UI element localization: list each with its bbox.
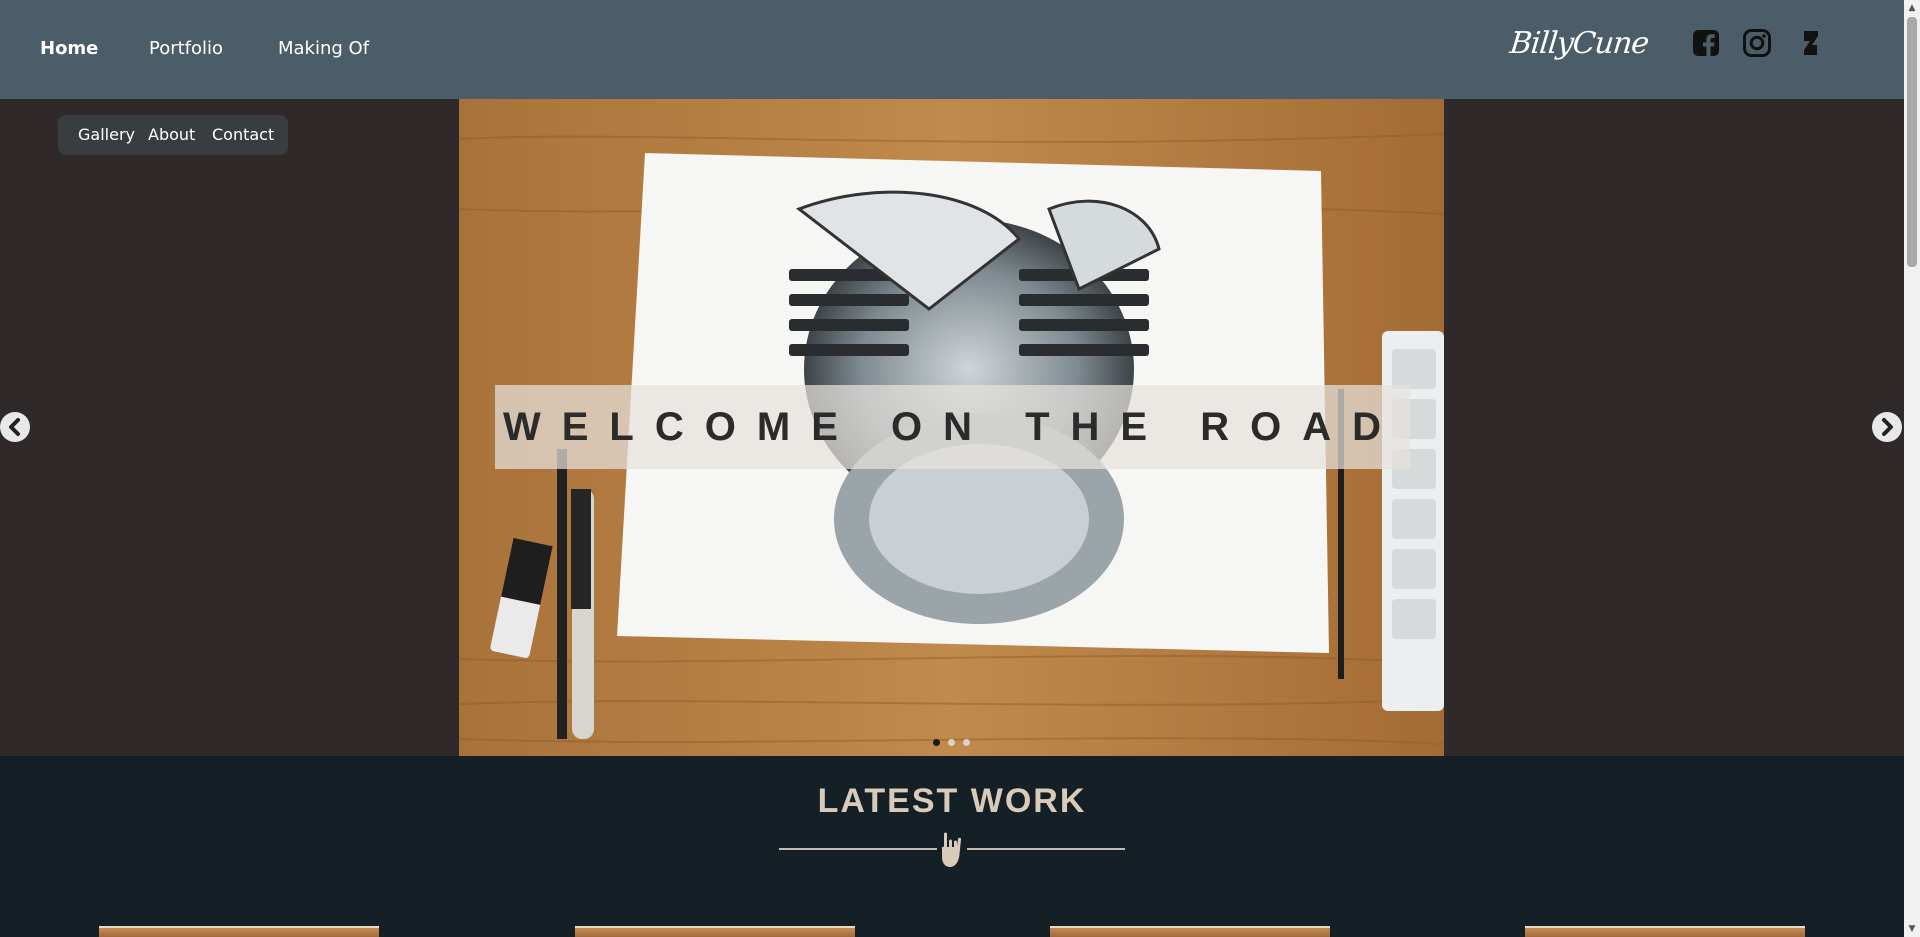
nav-portfolio-link[interactable]: Portfolio [149, 38, 223, 59]
chevron-left-icon [9, 418, 20, 436]
scrollbar-thumb[interactable] [1907, 17, 1917, 267]
latest-work-thumb-1[interactable] [99, 926, 379, 937]
subnav-gallery-link[interactable]: Gallery [78, 125, 135, 144]
carousel-prev-button[interactable] [0, 412, 30, 442]
section-divider-right [967, 848, 1125, 850]
scroll-up-arrow-icon[interactable]: ▲ [1904, 0, 1920, 16]
latest-work-thumb-3[interactable] [1050, 926, 1330, 937]
hero-carousel: WELCOME ON THE ROAD [459, 99, 1444, 756]
latest-work-thumb-2[interactable] [575, 926, 855, 937]
hero-caption-box: WELCOME ON THE ROAD [495, 385, 1410, 469]
deviantart-icon[interactable] [1796, 28, 1826, 58]
carousel-indicators [459, 731, 1444, 750]
subnav-about-link[interactable]: About [148, 125, 195, 144]
scroll-down-arrow-icon[interactable]: ▼ [1904, 921, 1920, 937]
nav-making-of-link[interactable]: Making Of [278, 38, 369, 59]
hero-caption-title: WELCOME ON THE ROAD [503, 405, 1402, 449]
nav-home-link[interactable]: Home [40, 38, 98, 59]
page-scrollbar[interactable]: ▲ ▼ [1904, 0, 1920, 937]
facebook-icon[interactable] [1691, 28, 1721, 58]
brand-logo[interactable]: BillyCune [1508, 26, 1650, 61]
top-navigation-bar: Home Portfolio Making Of BillyCune [0, 0, 1904, 99]
instagram-icon[interactable] [1742, 28, 1772, 58]
carousel-dot-3[interactable] [963, 739, 970, 746]
carousel-dot-1[interactable] [933, 739, 940, 746]
latest-work-title: LATEST WORK [817, 782, 1087, 820]
latest-work-thumb-4[interactable] [1525, 926, 1805, 937]
latest-work-section: LATEST WORK [0, 756, 1904, 937]
carousel-next-button[interactable] [1872, 412, 1902, 442]
section-divider-left [779, 848, 937, 850]
chevron-right-icon [1882, 418, 1893, 436]
sub-navigation: Gallery About Contact [58, 115, 288, 155]
carousel-dot-2[interactable] [948, 739, 955, 746]
subnav-contact-link[interactable]: Contact [212, 125, 274, 144]
rock-hand-icon [942, 832, 962, 867]
